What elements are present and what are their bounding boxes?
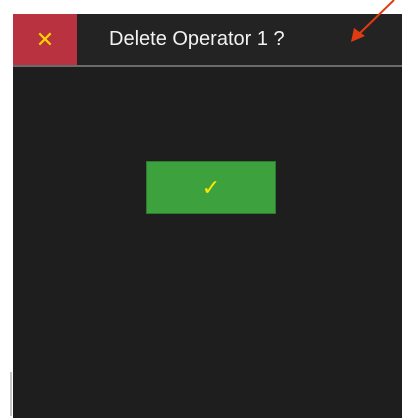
checkmark-icon: ✓ xyxy=(201,174,221,200)
dialog-title: Delete Operator 1 ? xyxy=(109,28,285,50)
left-margin xyxy=(0,0,13,418)
close-icon: ✕ xyxy=(35,26,55,52)
close-button[interactable]: ✕ xyxy=(13,14,77,65)
margin-divider xyxy=(10,372,12,416)
delete-operator-dialog: ✕ Delete Operator 1 ? ✓ xyxy=(13,14,402,418)
confirm-delete-button[interactable]: ✓ xyxy=(146,161,276,214)
dialog-header: ✕ Delete Operator 1 ? xyxy=(13,14,402,67)
